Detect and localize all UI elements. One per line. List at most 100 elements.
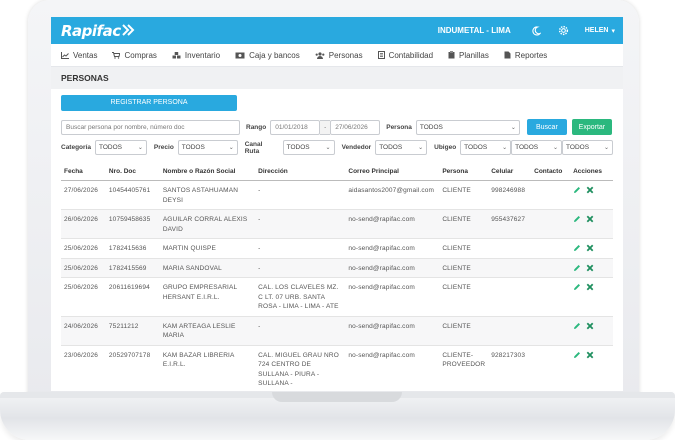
user-menu[interactable]: HELEN [585,27,609,34]
delete-x-icon[interactable] [586,244,594,252]
delete-x-icon[interactable] [586,322,594,330]
pencil-icon[interactable] [573,322,581,330]
menu-caja[interactable]: Caja y bancos [235,51,300,60]
header-direccion[interactable]: Dirección [255,161,346,181]
pencil-icon[interactable] [573,215,581,223]
cell-direccion: - [255,258,346,278]
table-row[interactable]: 23/06/2026 20529707178 KAM BAZAR LIBRERIA … [61,345,613,391]
table-row[interactable]: 25/06/2026 1782415569 MARIA SANDOVAL - no-se… [61,258,613,278]
menu-inventario-label: Inventario [184,50,221,60]
categoria-select[interactable]: TODOS ⌄ [94,140,147,155]
table-row[interactable]: 26/06/2026 10759458635 AGUILAR CORRAL ALEX… [61,209,613,239]
cell-acciones [570,209,613,239]
cell-persona: CLIENTE [439,238,489,259]
menu-reportes-label: Reportes [514,50,548,60]
table-row[interactable]: 25/06/2026 20611619694 GRUPO EMPRESARIAL H… [61,277,613,317]
ubigeo-label: Ubigeo [434,144,457,151]
menu-compras[interactable]: Compras [112,50,157,60]
precio-label: Precio [153,144,174,151]
delete-x-icon[interactable] [586,264,594,272]
cell-celular: 998246988 [488,180,532,210]
date-separator: - [320,119,331,135]
chevron-down-icon[interactable]: ▾ [611,27,615,35]
menu-compras-label: Compras [124,50,157,60]
menu-personas[interactable]: Personas [315,51,363,60]
header-correo[interactable]: Correo Principal [345,161,440,181]
ledger-icon [377,51,385,59]
header-celular[interactable]: Celular [488,161,532,181]
menu-reportes[interactable]: Reportes [504,51,547,60]
date-to-input[interactable]: 27/06/2026 [330,119,381,135]
cell-fecha: 27/06/2026 [61,180,106,210]
canal-select-value: TODOS [286,144,310,151]
company-selector[interactable]: INDUMETAL - LIMA [438,26,511,35]
cell-contacto [531,209,571,239]
precio-select[interactable]: TODOS ⌄ [177,140,238,155]
cell-direccion: CAL. LOS CLAVELES MZ. C LT. 07 URB. SANT… [255,277,346,317]
app-logo[interactable]: Rapifac [61,22,121,40]
top-bar: Rapifac INDUMETAL - LIMA HELEN ▾ [51,17,623,44]
cell-celular [488,277,532,317]
export-button[interactable]: Exportar [571,119,612,135]
menu-ventas[interactable]: Ventas [61,51,97,60]
persona-select[interactable]: TODOS ⌄ [415,119,520,135]
cell-celular [488,258,532,278]
ubigeo-district-select[interactable]: TODOS ⌄ [562,140,613,155]
main-menu: Ventas Compras Inventario Caja y bancos … [51,44,623,67]
cell-celular [488,316,532,346]
delete-x-icon[interactable] [586,351,594,359]
gear-icon[interactable] [557,24,571,38]
pencil-icon[interactable] [573,244,581,252]
moon-icon[interactable] [529,24,543,38]
canal-select[interactable]: TODOS ⌄ [282,140,335,155]
register-person-button[interactable]: REGISTRAR PERSONA [61,95,237,111]
header-fecha[interactable]: Fecha [61,161,106,181]
header-doc[interactable]: Nro. Doc [105,161,160,181]
menu-inventario[interactable]: Inventario [172,51,220,60]
persona-label: Persona [386,123,412,131]
delete-x-icon[interactable] [586,186,594,194]
table-row[interactable]: 27/06/2026 10454405761 SANTOS ASTAHUAMAN D… [61,180,613,210]
cell-direccion: - [255,180,346,210]
vendedor-label: Vendedor [341,144,372,151]
menu-planillas[interactable]: Planillas [448,51,489,60]
canal-label: Canal Ruta [244,140,263,155]
pencil-icon[interactable] [573,186,581,194]
cell-direccion: - [255,238,346,259]
cell-fecha: 25/06/2026 [61,258,106,278]
rango-label: Rango [246,123,267,131]
cell-fecha: 26/06/2026 [61,209,106,239]
cell-acciones [570,258,613,278]
app-screen: Rapifac INDUMETAL - LIMA HELEN ▾ Ventas … [51,17,623,391]
table-row[interactable]: 25/06/2026 1782415636 MARTIN QUISPE - no-sen… [61,238,613,259]
ubigeo-province-select[interactable]: TODOS ⌄ [511,140,563,155]
pencil-icon[interactable] [573,264,581,272]
cell-contacto [531,316,571,346]
table-row[interactable]: 24/06/2026 75211212 KAM ARTEAGA LESLIE MAR… [61,316,613,346]
search-button[interactable]: Buscar [526,119,567,135]
search-input[interactable]: Buscar persona por nombre, número doc [61,119,240,135]
cell-acciones [570,238,613,259]
date-from-input[interactable]: 01/01/2018 [270,119,321,135]
delete-x-icon[interactable] [586,283,594,291]
cell-correo: no-send@rapifac.com [345,316,440,346]
vendedor-select[interactable]: TODOS ⌄ [375,140,428,155]
header-contacto[interactable]: Contacto [531,161,571,181]
cell-nombre: GRUPO EMPRESARIAL HERSANT E.I.R.L. [159,277,256,317]
header-persona[interactable]: Persona [439,161,489,181]
cell-nombre: MARIA SANDOVAL [159,258,256,278]
pencil-icon[interactable] [573,283,581,291]
ubigeo-department-select[interactable]: TODOS ⌄ [460,140,512,155]
delete-x-icon[interactable] [586,215,594,223]
users-icon [315,51,325,59]
menu-personas-label: Personas [328,50,363,60]
cell-persona: CLIENTE [439,316,489,346]
chevron-down-icon: ⌄ [502,145,508,151]
cell-correo: aidasantos2007@gmail.com [345,180,440,210]
header-nombre[interactable]: Nombre o Razón Social [159,161,256,181]
cell-correo: no-send@rapifac.com [345,277,440,317]
cell-fecha: 24/06/2026 [61,316,106,346]
pencil-icon[interactable] [573,351,581,359]
cell-contacto [531,277,571,317]
menu-contabilidad[interactable]: Contabilidad [377,51,433,60]
